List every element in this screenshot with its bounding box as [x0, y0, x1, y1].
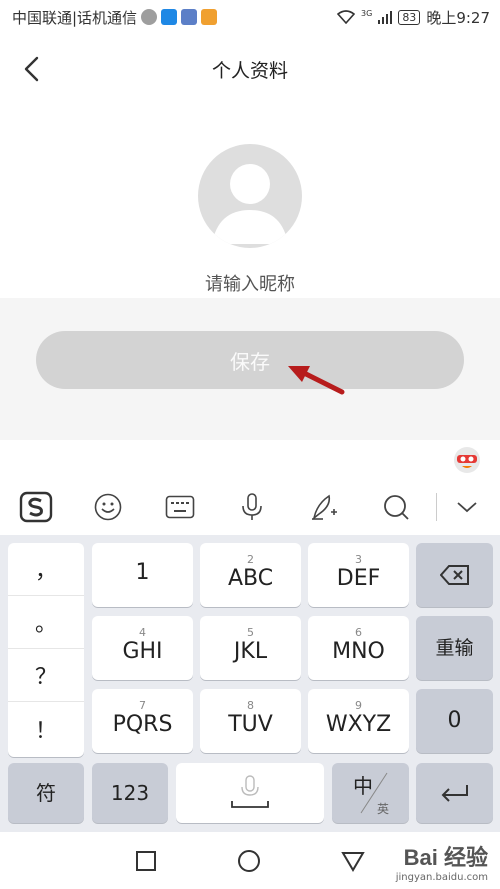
- punct-question-key[interactable]: ？: [8, 649, 84, 702]
- backspace-key[interactable]: [416, 543, 493, 607]
- sogou-mascot-icon[interactable]: [452, 444, 482, 474]
- app-icon: [181, 9, 198, 25]
- enter-icon: [441, 785, 468, 802]
- key-6[interactable]: 6 MNO: [308, 616, 409, 680]
- language-toggle: 中 英: [353, 772, 389, 816]
- key-5[interactable]: 5 JKL: [200, 616, 301, 680]
- search-icon: [384, 495, 409, 520]
- network-type: 3G: [361, 8, 373, 18]
- page-header: 个人资料: [0, 34, 500, 104]
- symbol-key[interactable]: 符: [8, 763, 84, 823]
- microphone-icon: [242, 493, 262, 520]
- space-key[interactable]: [176, 763, 324, 823]
- app-icon: [161, 9, 178, 25]
- watermark-url: jingyan.baidu.com: [395, 872, 488, 883]
- save-section: 保存: [0, 298, 500, 440]
- emoji-button[interactable]: [72, 485, 144, 529]
- sogou-logo-button[interactable]: [0, 485, 72, 529]
- signal-icon: [378, 11, 393, 24]
- chevron-left-icon: [24, 56, 39, 82]
- key-8[interactable]: 8 TUV: [200, 689, 301, 753]
- punct-period-key[interactable]: 。: [8, 596, 84, 649]
- nickname-input[interactable]: [100, 268, 400, 300]
- enter-key[interactable]: [416, 763, 493, 823]
- back-nav-icon[interactable]: [341, 850, 365, 872]
- recent-apps-icon[interactable]: [135, 850, 157, 872]
- chat-icon: [141, 9, 158, 25]
- punct-comma-key[interactable]: ，: [8, 543, 84, 596]
- lang-main-label: 中: [353, 774, 373, 798]
- app-icon: [201, 9, 218, 25]
- keyboard-toolbar-area: [0, 440, 500, 535]
- red-arrow-icon: [288, 366, 345, 395]
- handwriting-icon: [312, 494, 337, 521]
- baidu-jingyan-watermark: Bai 经验 jingyan.baidu.com: [396, 840, 488, 883]
- back-button[interactable]: [14, 52, 48, 86]
- watermark-logo: Bai 经验: [403, 845, 488, 870]
- key-4[interactable]: 4 GHI: [92, 616, 193, 680]
- key-1[interactable]: 1: [92, 543, 193, 607]
- save-button-label: 保存: [230, 349, 270, 374]
- default-avatar-icon: [212, 164, 288, 244]
- status-right: 3G 83 晚上9:27: [337, 7, 490, 28]
- keyboard-toolbar: [0, 482, 500, 532]
- sogou-logo-icon: [19, 491, 53, 523]
- lang-sub-label: 英: [377, 802, 389, 816]
- wifi-icon: [337, 10, 356, 24]
- keyboard-switch-button[interactable]: [144, 485, 216, 529]
- key-7[interactable]: 7 PQRS: [92, 689, 193, 753]
- punct-exclamation-key[interactable]: ！: [8, 702, 84, 755]
- emoji-icon: [94, 493, 122, 521]
- backspace-icon: [439, 565, 469, 585]
- retype-key[interactable]: 重输: [416, 616, 493, 680]
- key-3[interactable]: 3 DEF: [308, 543, 409, 607]
- battery-level: 83: [398, 9, 421, 25]
- keyboard: ， 。 ？ ！ 1 2 ABC 3 DEF 4 GHI 5 JKL 6 MNO …: [0, 535, 500, 832]
- clock: 晚上9:27: [426, 8, 490, 27]
- collapse-chevron-icon: [457, 502, 477, 513]
- key-9[interactable]: 9 WXYZ: [308, 689, 409, 753]
- status-bar: 中国联通|话机通信 3G 83 晚上9:27: [0, 0, 500, 34]
- search-button[interactable]: [360, 485, 432, 529]
- language-switch-key[interactable]: 中 英: [332, 763, 409, 823]
- key-0[interactable]: 0: [416, 689, 493, 753]
- key-2[interactable]: 2 ABC: [200, 543, 301, 607]
- status-left: 中国联通|话机通信: [12, 7, 218, 28]
- handwriting-button[interactable]: [288, 485, 360, 529]
- voice-input-button[interactable]: [216, 485, 288, 529]
- keyboard-icon: [165, 495, 195, 519]
- carrier-label: 中国联通|话机通信: [12, 8, 138, 27]
- space-mic-icon: [231, 775, 269, 808]
- number-mode-key[interactable]: 123: [92, 763, 168, 823]
- page-title: 个人资料: [211, 59, 288, 82]
- avatar[interactable]: [198, 144, 302, 248]
- punctuation-column: ， 。 ？ ！: [8, 543, 84, 757]
- home-icon[interactable]: [237, 849, 261, 873]
- save-button[interactable]: 保存: [36, 331, 464, 389]
- collapse-keyboard-button[interactable]: [437, 485, 497, 529]
